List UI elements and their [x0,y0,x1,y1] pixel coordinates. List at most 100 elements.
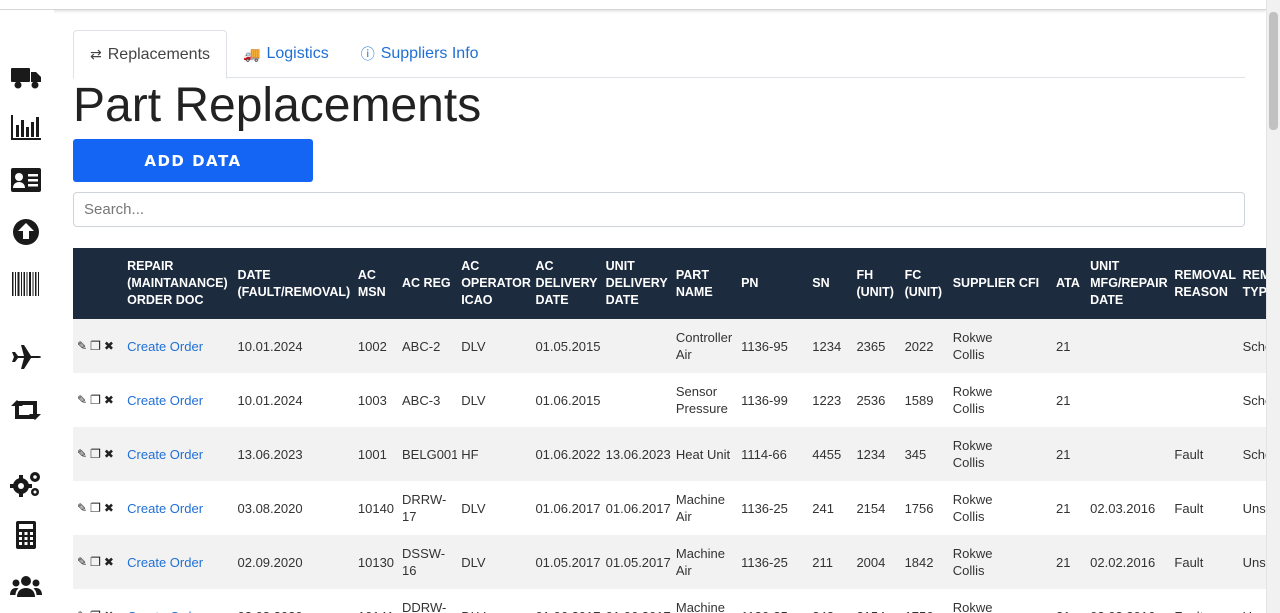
tab-replacements[interactable]: ⇄ Replacements [73,30,228,79]
edit-icon[interactable]: ✎ [77,392,87,409]
cell-fc: 1756 [904,500,934,516]
cell-unit-delivery: 01.06.2017 [605,500,671,516]
column-header[interactable]: Supplier [949,248,1016,319]
cell-unit-delivery: 01.05.2017 [605,554,671,570]
column-header[interactable]: CFI [1015,248,1052,319]
cell-sn: 242 [808,589,852,613]
vertical-scrollbar[interactable] [1266,0,1280,613]
cell-mfg [1086,319,1170,373]
create-order-link[interactable]: Create Order [123,589,233,613]
search-input[interactable] [73,192,1245,227]
cell-date: 02.09.2020 [237,554,303,570]
column-header[interactable]: PN [737,248,808,319]
column-header[interactable]: Part Name [672,248,737,319]
create-order-link[interactable]: Create Order [123,427,233,481]
table-row: ✎ ❐ ✖ Create Order 03.08.2020 10140 DRRW-17 DLV… [73,481,1266,535]
upload-circle-icon[interactable] [8,215,44,249]
edit-icon[interactable]: ✎ [77,500,87,517]
copy-icon[interactable]: ❐ [90,554,101,571]
column-header[interactable]: Date (Fault/Removal) [234,248,354,319]
cell-ac-delivery: 01.06.2015 [535,392,601,408]
create-order-link[interactable]: Create Order [123,373,233,427]
tab-suppliers-info[interactable]: ⓘ Suppliers Info [345,30,495,78]
id-card-icon[interactable] [8,163,44,197]
column-header[interactable]: AC MSN [354,248,398,319]
cell-cfi [1015,535,1052,589]
truck-icon[interactable] [8,60,44,94]
scrollbar-thumb[interactable] [1269,12,1278,130]
cell-msn: 1001 [357,446,387,462]
cell-icao: DLV [457,589,531,613]
cell-part: Machine Air [675,492,726,524]
column-header[interactable]: AC Delivery Date [531,248,601,319]
table-row: ✎ ❐ ✖ Create Order 10.01.2024 1002 ABC-2 DLV 01.… [73,319,1266,373]
calculator-icon[interactable] [8,518,44,552]
column-header[interactable]: SN [808,248,852,319]
cell-fh: 2154 [856,500,886,516]
column-header[interactable]: Repair (Maintanance) Order Doc [123,248,233,319]
delete-icon[interactable]: ✖ [104,392,114,409]
delete-icon[interactable]: ✖ [104,338,114,355]
info-circle-icon: ⓘ [360,46,375,62]
cell-supplier: Rokwe Collis [952,384,993,416]
cogs-icon[interactable] [8,467,44,501]
column-header[interactable]: FC (Unit) [901,248,949,319]
add-data-button[interactable]: ADD DATA [73,139,313,182]
delete-icon[interactable]: ✖ [104,446,114,463]
plane-icon[interactable] [8,340,44,374]
cell-msn: 10140 [357,500,395,516]
bar-chart-icon[interactable] [8,110,44,144]
cell-ata: 21 [1056,500,1071,516]
table-row: ✎ ❐ ✖ Create Order 13.06.2023 1001 BELG001 HF 01… [73,427,1266,481]
cell-sn: 4455 [812,446,842,462]
column-header[interactable]: Unit MFG/Repair Date [1086,248,1170,319]
delete-icon[interactable]: ✖ [104,500,114,517]
cell-mfg: 02.03.2016 [1090,500,1156,516]
cell-fh: 1234 [856,446,886,462]
cell-ata: 21 [1056,446,1071,462]
column-header[interactable] [73,248,123,319]
cell-supplier: Rokwe Collis [952,492,993,524]
users-icon[interactable] [8,570,44,604]
tab-bar: ⇄ Replacements 🚚 Logistics ⓘ Suppliers I… [73,30,1245,79]
edit-icon[interactable]: ✎ [77,446,87,463]
cell-pn: 1136-25 [737,589,808,613]
cell-ata: 21 [1056,338,1071,354]
copy-icon[interactable]: ❐ [90,446,101,463]
cell-date: 10.01.2024 [237,392,303,408]
column-header[interactable]: ATA [1052,248,1086,319]
tab-logistics[interactable]: 🚚 Logistics [227,30,345,78]
column-header[interactable]: FH (Unit) [852,248,900,319]
copy-icon[interactable]: ❐ [90,608,101,613]
column-header[interactable]: AC REG [398,248,457,319]
column-header[interactable]: Unit Delivery Date [602,248,672,319]
retweet-icon[interactable] [8,393,44,427]
cell-reason: Fault [1170,589,1238,613]
create-order-link[interactable]: Create Order [123,481,233,535]
copy-icon[interactable]: ❐ [90,500,101,517]
delete-icon[interactable]: ✖ [104,554,114,571]
cell-msn: 1003 [357,392,387,408]
cell-unit-delivery: 01.06.2017 [602,589,672,613]
cell-sn: 1234 [812,338,842,354]
copy-icon[interactable]: ❐ [90,338,101,355]
column-header[interactable]: Removal Type [1239,248,1266,319]
edit-icon[interactable]: ✎ [77,338,87,355]
create-order-link[interactable]: Create Order [123,535,233,589]
cell-type: Unscheduled [1239,589,1266,613]
table-row: ✎ ❐ ✖ Create Order 10.01.2024 1003 ABC-3 DLV 01.… [73,373,1266,427]
column-header[interactable]: Removal Reason [1170,248,1238,319]
create-order-link[interactable]: Create Order [123,319,233,373]
cell-ata: 21 [1056,392,1071,408]
column-header[interactable]: AC Operator ICAO [457,248,531,319]
top-bar [0,0,1266,10]
barcode-icon[interactable] [8,267,44,301]
cell-fh: 2536 [856,392,886,408]
cell-reg: ABC-2 [402,338,441,354]
cell-icao: DLV [461,338,486,354]
cell-pn: 1114-66 [741,446,787,462]
delete-icon[interactable]: ✖ [104,608,114,613]
copy-icon[interactable]: ❐ [90,392,101,409]
edit-icon[interactable]: ✎ [77,554,87,571]
edit-icon[interactable]: ✎ [77,608,87,613]
